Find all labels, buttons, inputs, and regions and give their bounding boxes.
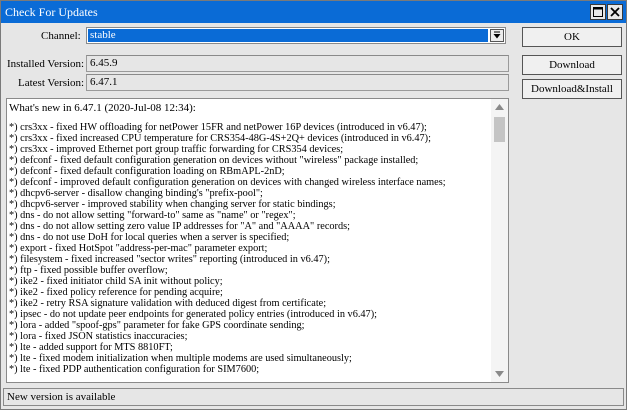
channel-label: Channel: (41, 30, 81, 42)
download-install-button[interactable]: Download&Install (522, 79, 622, 99)
note-line: *) defconf - fixed default configuration… (9, 166, 285, 177)
note-line: *) ike2 - fixed policy reference for pen… (9, 287, 223, 298)
note-line: *) defconf - fixed default configuration… (9, 155, 419, 166)
maximize-icon (593, 7, 603, 17)
ok-button[interactable]: OK (522, 27, 622, 47)
scroll-thumb[interactable] (494, 117, 505, 142)
note-line: *) dns - do not use DoH for local querie… (9, 232, 290, 243)
note-line: *) defconf - improved default configurat… (9, 177, 446, 188)
note-line: *) lora - fixed JSON statistics inaccura… (9, 331, 188, 342)
title-bar[interactable]: Check For Updates (1, 1, 626, 23)
latest-version-field: 6.47.1 (86, 74, 509, 91)
installed-version-field: 6.45.9 (86, 55, 509, 72)
note-line: *) ike2 - fixed initiator child SA init … (9, 276, 223, 287)
close-icon (610, 7, 620, 17)
release-notes-header: What's new in 6.47.1 (2020-Jul-08 12:34)… (9, 102, 196, 114)
installed-version-label: Installed Version: (7, 58, 85, 70)
note-line: *) ftp - fixed possible buffer overflow; (9, 265, 168, 276)
latest-version-label: Latest Version: (18, 77, 85, 89)
note-line: *) dhcpv6-server - disallow changing bin… (9, 188, 263, 199)
note-line: *) lte - added support for MTS 8810FT; (9, 342, 173, 353)
channel-select[interactable]: stable (86, 27, 506, 44)
release-notes-box[interactable]: What's new in 6.47.1 (2020-Jul-08 12:34)… (6, 98, 509, 383)
note-line: *) filesystem - fixed increased "sector … (9, 254, 330, 265)
note-line: *) dns - do not allow setting "forward-t… (9, 210, 296, 221)
dropdown-arrow-icon[interactable] (490, 29, 504, 42)
channel-value: stable (88, 29, 488, 42)
check-updates-window: Check For Updates Channel: stable Instal… (0, 0, 627, 410)
note-line: *) lte - fixed PDP authentication config… (9, 364, 260, 375)
close-button[interactable] (607, 4, 623, 20)
note-line: *) export - fixed HotSpot "address-per-m… (9, 243, 268, 254)
release-notes-content: What's new in 6.47.1 (2020-Jul-08 12:34)… (9, 101, 491, 380)
note-line: *) ipsec - do not update peer endpoints … (9, 309, 377, 320)
status-bar: New version is available (3, 388, 624, 406)
scroll-up-icon[interactable] (494, 103, 505, 111)
window-title: Check For Updates (5, 5, 98, 19)
scroll-down-icon[interactable] (494, 370, 505, 378)
status-text: New version is available (7, 391, 116, 403)
maximize-button[interactable] (590, 4, 606, 20)
note-line: *) ike2 - retry RSA signature validation… (9, 298, 327, 309)
notes-scrollbar[interactable] (491, 99, 508, 382)
note-line: *) crs3xx - improved Ethernet port group… (9, 144, 344, 155)
note-line: *) crs3xx - fixed HW offloading for netP… (9, 122, 427, 133)
note-line: *) lte - fixed modem initialization when… (9, 353, 352, 364)
note-line: *) lora - added "spoof-gps" parameter fo… (9, 320, 305, 331)
download-button[interactable]: Download (522, 55, 622, 75)
note-line: *) dns - do not allow setting zero value… (9, 221, 350, 232)
note-line: *) dhcpv6-server - improved stability wh… (9, 199, 336, 210)
note-line: *) crs3xx - fixed increased CPU temperat… (9, 133, 431, 144)
